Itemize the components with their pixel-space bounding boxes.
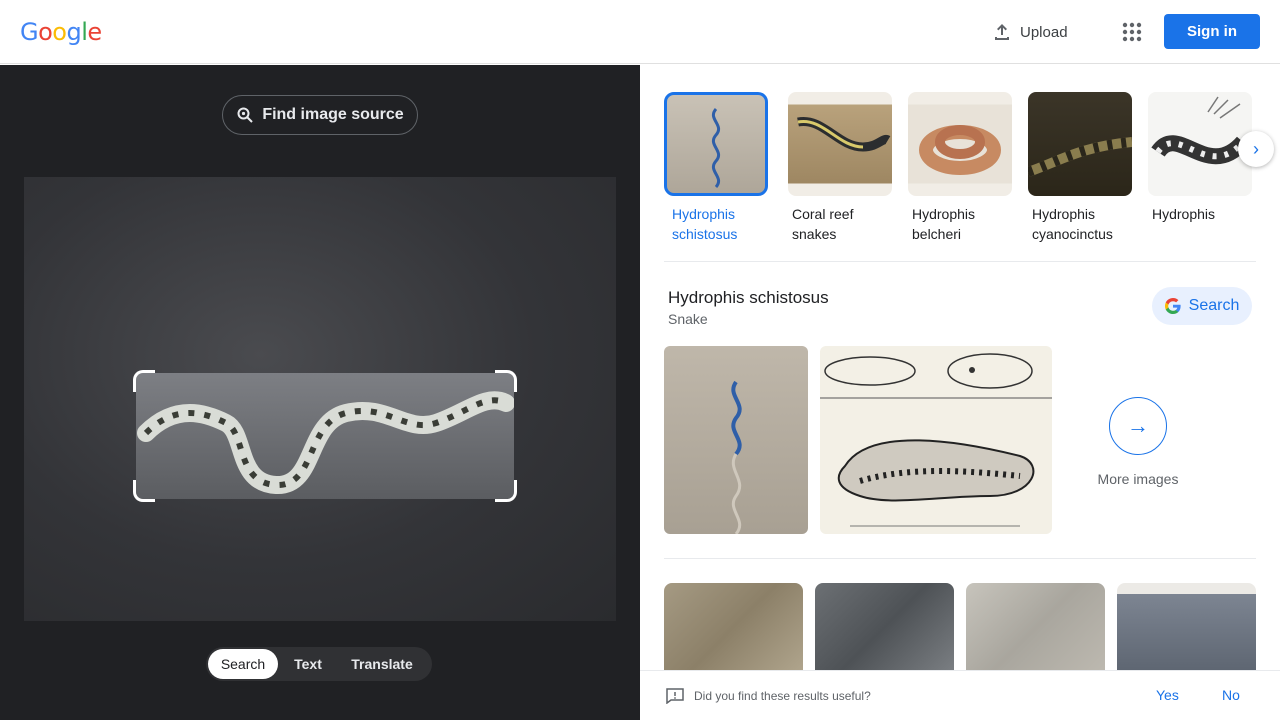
search-pill-label: Search — [1188, 297, 1240, 314]
find-image-source-label: Find image source — [262, 106, 404, 123]
chip-thumbnail — [1028, 92, 1132, 196]
divider — [664, 558, 1256, 559]
chip-thumbnail — [664, 92, 768, 196]
lens-image-panel: Find image source Search Text Translate — [0, 65, 640, 720]
logo-letter: G — [20, 18, 39, 46]
feedback-icon — [666, 688, 684, 704]
mode-translate-tab[interactable]: Translate — [338, 649, 426, 679]
arrow-right-icon: → — [1109, 397, 1167, 455]
more-images-button[interactable]: → More images — [1096, 397, 1180, 487]
lens-search-icon — [237, 107, 254, 123]
google-logo[interactable]: Google — [20, 18, 102, 46]
chip-thumbnail — [908, 92, 1012, 196]
feedback-bar: Did you find these results useful? Yes N… — [640, 670, 1280, 720]
divider — [664, 261, 1256, 262]
result-chip-hydrophis-cyanocinctus[interactable]: Hydrophis cyanocinctus — [1028, 92, 1132, 244]
chip-label: Hydrophis schistosus — [672, 206, 738, 242]
results-panel: Hydrophis schistosus Coral reef snakes H… — [640, 65, 1280, 720]
google-g-icon — [1164, 298, 1181, 314]
crop-handle-top-left[interactable] — [133, 370, 155, 392]
mode-search-tab[interactable]: Search — [208, 649, 278, 679]
upload-label: Upload — [1020, 23, 1068, 41]
mode-text-tab[interactable]: Text — [278, 649, 338, 679]
result-image[interactable] — [664, 583, 803, 673]
result-chip-coral-reef-snakes[interactable]: Coral reef snakes — [788, 92, 892, 244]
chip-thumbnail — [788, 92, 892, 196]
result-chip-hydrophis-belcheri[interactable]: Hydrophis belcheri — [908, 92, 1012, 244]
more-images-label: More images — [1097, 471, 1179, 487]
find-image-source-button[interactable]: Find image source — [222, 95, 418, 135]
crop-handle-top-right[interactable] — [495, 370, 517, 392]
apps-grid-icon[interactable] — [1122, 22, 1142, 42]
result-image[interactable] — [966, 583, 1105, 673]
snake-image — [137, 391, 515, 494]
feedback-no-button[interactable]: No — [1222, 687, 1240, 703]
lens-mode-switcher: Search Text Translate — [206, 647, 432, 681]
crop-handle-bottom-left[interactable] — [133, 480, 155, 502]
result-chip-hydrophis-schistosus[interactable]: Hydrophis schistosus — [664, 92, 768, 244]
feedback-question: Did you find these results useful? — [694, 689, 871, 703]
knowledge-image-photo[interactable] — [664, 346, 808, 534]
sign-in-button[interactable]: Sign in — [1164, 14, 1260, 49]
result-chip-hydrophis[interactable]: Hydrophis — [1148, 92, 1252, 224]
chevron-right-icon: › — [1253, 138, 1259, 159]
result-image[interactable] — [1117, 583, 1256, 673]
logo-letter: g — [66, 18, 82, 46]
logo-letter: e — [87, 18, 102, 46]
chip-label: Hydrophis cyanocinctus — [1032, 206, 1113, 242]
knowledge-subtitle: Snake — [668, 311, 708, 327]
knowledge-title: Hydrophis schistosus — [668, 288, 829, 307]
chips-next-button[interactable]: › — [1238, 131, 1274, 167]
chip-label: Hydrophis — [1152, 206, 1216, 222]
chip-label: Hydrophis belcheri — [912, 206, 976, 242]
feedback-yes-button[interactable]: Yes — [1156, 687, 1179, 703]
result-image[interactable] — [815, 583, 954, 673]
logo-letter: o — [38, 18, 53, 46]
crop-selection[interactable] — [136, 373, 515, 499]
chip-thumbnail — [1148, 92, 1252, 196]
crop-handle-bottom-right[interactable] — [495, 480, 517, 502]
uploaded-image[interactable] — [24, 177, 616, 621]
knowledge-image-illustration[interactable] — [820, 346, 1052, 534]
logo-letter: o — [52, 18, 67, 46]
top-bar: Google Upload Sign in — [0, 0, 1280, 64]
upload-button[interactable]: Upload — [992, 20, 1068, 44]
google-search-button[interactable]: Search — [1152, 287, 1252, 325]
chip-label: Coral reef snakes — [792, 206, 854, 242]
upload-icon — [995, 24, 1009, 40]
